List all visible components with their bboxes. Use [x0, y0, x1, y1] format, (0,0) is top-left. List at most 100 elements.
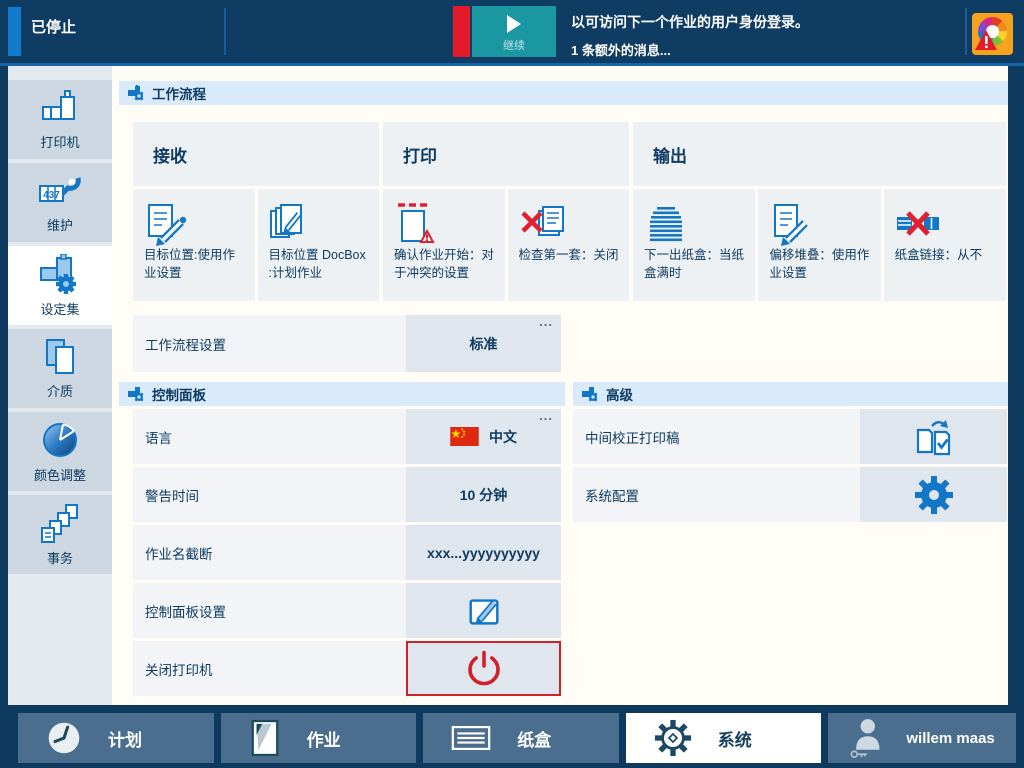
user-key-icon: [848, 717, 884, 759]
workflow-item-confirm-start[interactable]: 确认作业开始：对于冲突的设置: [383, 189, 505, 301]
workflow-item-label: 偏移堆叠：使用作业设置: [769, 247, 871, 283]
workflow-item-offset-stacking[interactable]: 偏移堆叠：使用作业设置: [758, 189, 880, 301]
nav-button-label: 系统: [718, 726, 752, 751]
proof-print-label: 中间校正打印稿: [573, 409, 860, 464]
control-panel-section-icon: [128, 386, 145, 402]
proof-print-icon: [912, 416, 956, 458]
extra-messages-link[interactable]: 1 条额外的消息...: [571, 40, 671, 59]
workflow-section-title: 工作流程: [152, 83, 206, 103]
control-panel-section-title: 控制面板: [152, 384, 206, 404]
media-sheets-icon: [42, 338, 78, 376]
sidebar-item-label: 设定集: [40, 299, 79, 318]
doc-conflict-warning-icon: [394, 201, 440, 247]
continue-button[interactable]: 继续: [472, 6, 556, 57]
job-name-truncation-value: xxx...yyyyyyyyyy: [427, 545, 540, 561]
continue-button-label: 继续: [503, 37, 525, 53]
proof-print-button[interactable]: [860, 409, 1007, 464]
offset-doc-pencil-icon: [769, 201, 815, 247]
system-configuration-button[interactable]: [860, 467, 1007, 522]
nav-system-button[interactable]: 系统: [626, 713, 822, 763]
color-warning-button[interactable]: [972, 13, 1013, 55]
language-value: 中文: [489, 427, 517, 447]
system-gear-icon: [654, 719, 692, 757]
workflow-column-print: 打印: [383, 122, 629, 301]
workflow-settings-label: 工作流程设置: [133, 315, 406, 372]
control-panel-rows: 语言 ... 中文: [133, 409, 561, 699]
printer-control-app: 已停止 继续 以可访问下一个作业的用户身份登录。 1 条额外的消息...: [0, 0, 1024, 768]
workflow-column-header: 接收: [133, 122, 379, 186]
workflow-column-header: 打印: [383, 122, 629, 186]
workflow-column-receive: 接收: [133, 122, 379, 301]
warning-time-value: 10 分钟: [460, 485, 507, 505]
workspace: 打印机 437 维护: [8, 66, 1008, 705]
job-name-truncation-value-button[interactable]: xxx...yyyyyyyyyy: [406, 525, 561, 580]
workflow-item-tray-linking[interactable]: 纸盒链接：从不: [884, 189, 1006, 301]
nav-jobs-button[interactable]: 作业: [221, 713, 417, 763]
clock-icon: [46, 720, 82, 756]
china-flag-icon: [450, 427, 479, 446]
topbar-divider: [224, 8, 226, 55]
edit-panel-icon: [465, 592, 503, 630]
workflow-item-label: 目标位置:使用作业设置: [144, 247, 246, 283]
warning-triangle-icon: [974, 29, 998, 51]
topbar-divider-right: [965, 8, 967, 55]
docs-cross-icon: [519, 201, 565, 247]
sidebar-item-media[interactable]: 介质: [8, 329, 112, 408]
status-accent-block: [8, 7, 21, 56]
system-configuration-label: 系统配置: [573, 467, 860, 522]
sidebar-item-maintenance[interactable]: 437 维护: [8, 163, 112, 242]
sidebar-item-setup-sets[interactable]: 设定集: [8, 246, 112, 325]
paper-stack-icon: [644, 201, 690, 247]
gear-icon: [914, 475, 954, 515]
workflow-settings-row: 工作流程设置 ... 标准: [133, 315, 561, 372]
workflow-settings-value-button[interactable]: ... 标准: [406, 315, 561, 372]
tray-link-never-icon: [895, 201, 941, 247]
control-panel-settings-row: 控制面板设置: [133, 583, 561, 638]
sidebar-item-label: 事务: [47, 548, 73, 567]
workflow-item-next-tray[interactable]: 下一出纸盒：当纸盒满时: [633, 189, 755, 301]
advanced-rows: 中间校正打印稿 系统配置: [573, 409, 1007, 525]
nav-user-button[interactable]: willem maas: [828, 713, 1016, 763]
attention-stripe: [453, 6, 470, 57]
control-panel-section-header: 控制面板: [119, 382, 565, 406]
more-options-dots: ...: [539, 314, 553, 329]
workflow-settings-value: 标准: [470, 334, 498, 354]
top-status-bar: 已停止 继续 以可访问下一个作业的用户身份登录。 1 条额外的消息...: [0, 0, 1024, 63]
language-row: 语言 ... 中文: [133, 409, 561, 464]
nav-schedule-button[interactable]: 计划: [18, 713, 214, 763]
nav-button-label: 计划: [108, 726, 142, 751]
play-icon: [507, 15, 521, 33]
docs-pencil-icon: [269, 201, 315, 247]
shutdown-printer-row: 关闭打印机: [133, 641, 561, 696]
workflow-item-destination[interactable]: 目标位置:使用作业设置: [133, 189, 255, 301]
sidebar-item-transactions[interactable]: 事务: [8, 495, 112, 574]
sidebar-item-label: 打印机: [40, 132, 79, 151]
workflow-item-label: 检查第一套：关闭: [519, 247, 621, 265]
job-name-truncation-label: 作业名截断: [133, 525, 406, 580]
language-value-button[interactable]: ... 中文: [406, 409, 561, 464]
more-options-dots: ...: [539, 408, 553, 423]
control-panel-settings-button[interactable]: [406, 583, 561, 638]
workflow-item-docbox[interactable]: 目标位置 DocBox :计划作业: [258, 189, 380, 301]
shutdown-printer-label: 关闭打印机: [133, 641, 406, 696]
printer-icon: [40, 89, 80, 127]
sidebar-item-label: 颜色调整: [34, 465, 86, 484]
sidebar-item-printer[interactable]: 打印机: [8, 80, 112, 159]
settings-content: 工作流程 接收: [119, 66, 1008, 705]
workflow-section-icon: [128, 85, 145, 101]
workflow-item-label: 确认作业开始：对于冲突的设置: [394, 247, 496, 283]
settings-set-icon: [39, 254, 81, 294]
shutdown-printer-button[interactable]: [406, 641, 561, 696]
operator-message: 以可访问下一个作业的用户身份登录。: [571, 12, 809, 32]
sidebar-item-color-adjust[interactable]: 颜色调整: [8, 412, 112, 491]
workflow-column-output: 输出: [633, 122, 1006, 301]
system-configuration-row: 系统配置: [573, 467, 1007, 522]
workflow-column-header: 输出: [633, 122, 1006, 186]
nav-trays-button[interactable]: 纸盒: [423, 713, 619, 763]
warning-time-value-button[interactable]: 10 分钟: [406, 467, 561, 522]
job-name-truncation-row: 作业名截断 xxx...yyyyyyyyyy: [133, 525, 561, 580]
workflow-item-check-first-set[interactable]: 检查第一套：关闭: [508, 189, 630, 301]
doc-pencil-icon: [144, 201, 190, 247]
warning-time-label: 警告时间: [133, 467, 406, 522]
control-panel-settings-label: 控制面板设置: [133, 583, 406, 638]
